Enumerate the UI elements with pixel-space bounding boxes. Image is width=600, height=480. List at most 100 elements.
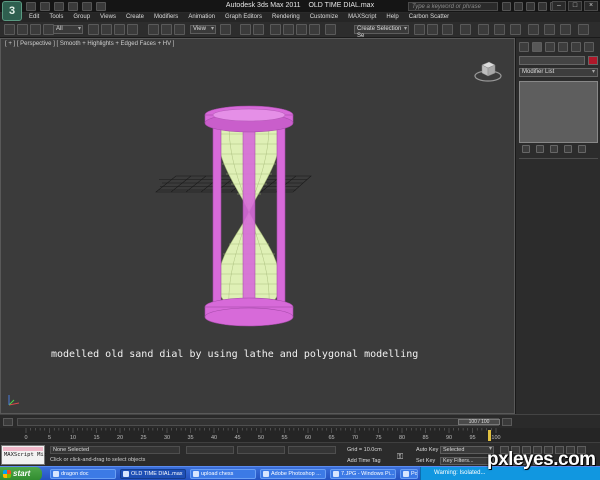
menu-graph-editors[interactable]: Graph Editors	[220, 13, 267, 22]
menu-customize[interactable]: Customize	[305, 13, 343, 22]
menu-rendering[interactable]: Rendering	[267, 13, 305, 22]
schematic-view-icon[interactable]	[494, 24, 505, 35]
start-button[interactable]: start	[0, 467, 42, 480]
angle-snap-icon[interactable]	[283, 24, 294, 35]
task-upload-chess[interactable]: upload chess	[190, 469, 256, 479]
task-dragon-doc[interactable]: dragon doc	[50, 469, 116, 479]
time-slider-thumb[interactable]: 100 / 100	[458, 419, 500, 425]
spinner-snap-icon[interactable]	[309, 24, 320, 35]
keyframe-marker[interactable]	[488, 430, 491, 441]
save-file-icon[interactable]	[54, 2, 64, 11]
search-icon[interactable]	[502, 2, 511, 11]
set-key-button[interactable]: Set Key	[416, 458, 435, 464]
align-icon[interactable]	[427, 24, 438, 35]
edit-named-selection-icon[interactable]	[325, 24, 336, 35]
tray-warning[interactable]: Warning: Isolated...	[434, 470, 485, 476]
x-coordinate-field[interactable]	[186, 446, 234, 454]
motion-tab-icon[interactable]	[558, 42, 568, 52]
menu-create[interactable]: Create	[121, 13, 149, 22]
subscription-icon[interactable]	[514, 2, 523, 11]
material-editor-icon[interactable]	[510, 24, 521, 35]
show-end-result-icon[interactable]	[536, 145, 544, 153]
menu-modifiers[interactable]: Modifiers	[149, 13, 183, 22]
modifier-stack-view[interactable]	[519, 81, 598, 143]
menu-edit[interactable]: Edit	[24, 13, 44, 22]
rotate-icon[interactable]	[161, 24, 172, 35]
make-unique-icon[interactable]	[550, 145, 558, 153]
z-coordinate-field[interactable]	[288, 446, 336, 454]
named-selection-dropdown[interactable]: Create Selection Se	[354, 25, 409, 39]
remove-modifier-icon[interactable]	[564, 145, 572, 153]
task-portable-photogr[interactable]: Portable Photogr...	[400, 469, 418, 479]
new-file-icon[interactable]	[26, 2, 36, 11]
selection-filter-dropdown[interactable]: All	[53, 25, 83, 34]
time-slider-track[interactable]: 100 / 100	[17, 418, 500, 426]
select-link-icon[interactable]	[30, 24, 41, 35]
scale-icon[interactable]	[174, 24, 185, 35]
time-slider-next-button[interactable]	[502, 418, 512, 426]
select-manipulate-icon[interactable]	[240, 24, 251, 35]
render-production-icon[interactable]	[560, 24, 571, 35]
hierarchy-tab-icon[interactable]	[545, 42, 555, 52]
task-windows-picture-viewer[interactable]: 7.JPG - Windows Pi...	[330, 469, 396, 479]
auto-key-button[interactable]: Auto Key	[416, 447, 438, 453]
reference-coordinate-dropdown[interactable]: View	[190, 25, 216, 34]
select-by-name-icon[interactable]	[101, 24, 112, 35]
project-folder-icon[interactable]	[96, 2, 106, 11]
select-object-icon[interactable]	[88, 24, 99, 35]
communication-icon[interactable]	[526, 2, 535, 11]
maxscript-listener[interactable]: MAXScript Mi:	[1, 445, 47, 465]
menu-help[interactable]: Help	[381, 13, 403, 22]
render-teapot-icon[interactable]	[578, 24, 589, 35]
keyboard-shortcut-icon[interactable]	[253, 24, 264, 35]
redo-icon[interactable]	[82, 2, 92, 11]
utilities-tab-icon[interactable]	[584, 42, 594, 52]
favorites-star-icon[interactable]	[538, 2, 547, 11]
pin-stack-icon[interactable]	[522, 145, 530, 153]
viewcube-icon[interactable]	[473, 57, 503, 83]
undo-icon[interactable]	[68, 2, 78, 11]
menu-tools[interactable]: Tools	[44, 13, 68, 22]
key-mode-dropdown[interactable]: Selected	[440, 446, 494, 454]
viewport-label[interactable]: [ + ] [ Perspective ] [ Smooth + Highlig…	[5, 41, 174, 47]
menu-animation[interactable]: Animation	[183, 13, 220, 22]
menu-views[interactable]: Views	[95, 13, 121, 22]
menu-maxscript[interactable]: MAXScript	[343, 13, 381, 22]
app-logo-icon[interactable]: 3	[2, 1, 22, 21]
add-time-tag-button[interactable]: Add Time Tag	[347, 458, 381, 464]
graphite-ribbon-icon[interactable]	[460, 24, 471, 35]
configure-sets-icon[interactable]	[578, 145, 586, 153]
layer-manager-icon[interactable]	[442, 24, 453, 35]
rendered-frame-window-icon[interactable]	[544, 24, 555, 35]
mirror-icon[interactable]	[414, 24, 425, 35]
pivot-center-icon[interactable]	[220, 24, 231, 35]
render-setup-icon[interactable]	[528, 24, 539, 35]
close-button[interactable]: ×	[584, 1, 598, 11]
rectangular-selection-icon[interactable]	[114, 24, 125, 35]
set-key-icon[interactable]: ⚿	[397, 452, 403, 462]
search-input[interactable]: Type a keyword or phrase	[408, 2, 498, 11]
curve-editor-icon[interactable]	[478, 24, 489, 35]
y-coordinate-field[interactable]	[237, 446, 285, 454]
window-crossing-icon[interactable]	[127, 24, 138, 35]
modify-tab-icon[interactable]	[532, 42, 542, 52]
percent-snap-icon[interactable]	[296, 24, 307, 35]
menu-carbon-scatter[interactable]: Carbon Scatter	[404, 13, 454, 22]
task-3ds-max[interactable]: OLD TIME DIAL.max	[120, 469, 186, 479]
redo-icon[interactable]	[17, 24, 28, 35]
perspective-viewport[interactable]: [ + ] [ Perspective ] [ Smooth + Highlig…	[0, 38, 515, 414]
open-file-icon[interactable]	[40, 2, 50, 11]
create-tab-icon[interactable]	[519, 42, 529, 52]
object-name-field[interactable]	[519, 56, 585, 65]
task-photoshop[interactable]: Adobe Photoshop ...	[260, 469, 326, 479]
menu-group[interactable]: Group	[68, 13, 95, 22]
minimize-button[interactable]: –	[552, 1, 566, 11]
object-color-swatch[interactable]	[588, 56, 598, 65]
move-icon[interactable]	[148, 24, 159, 35]
time-slider-prev-button[interactable]	[3, 418, 13, 426]
snap-toggle-icon[interactable]	[270, 24, 281, 35]
undo-icon[interactable]	[4, 24, 15, 35]
maximize-button[interactable]: □	[568, 1, 582, 11]
modifier-list-dropdown[interactable]: Modifier List	[519, 68, 598, 77]
key-filters-button[interactable]: Key Filters...	[440, 457, 494, 465]
